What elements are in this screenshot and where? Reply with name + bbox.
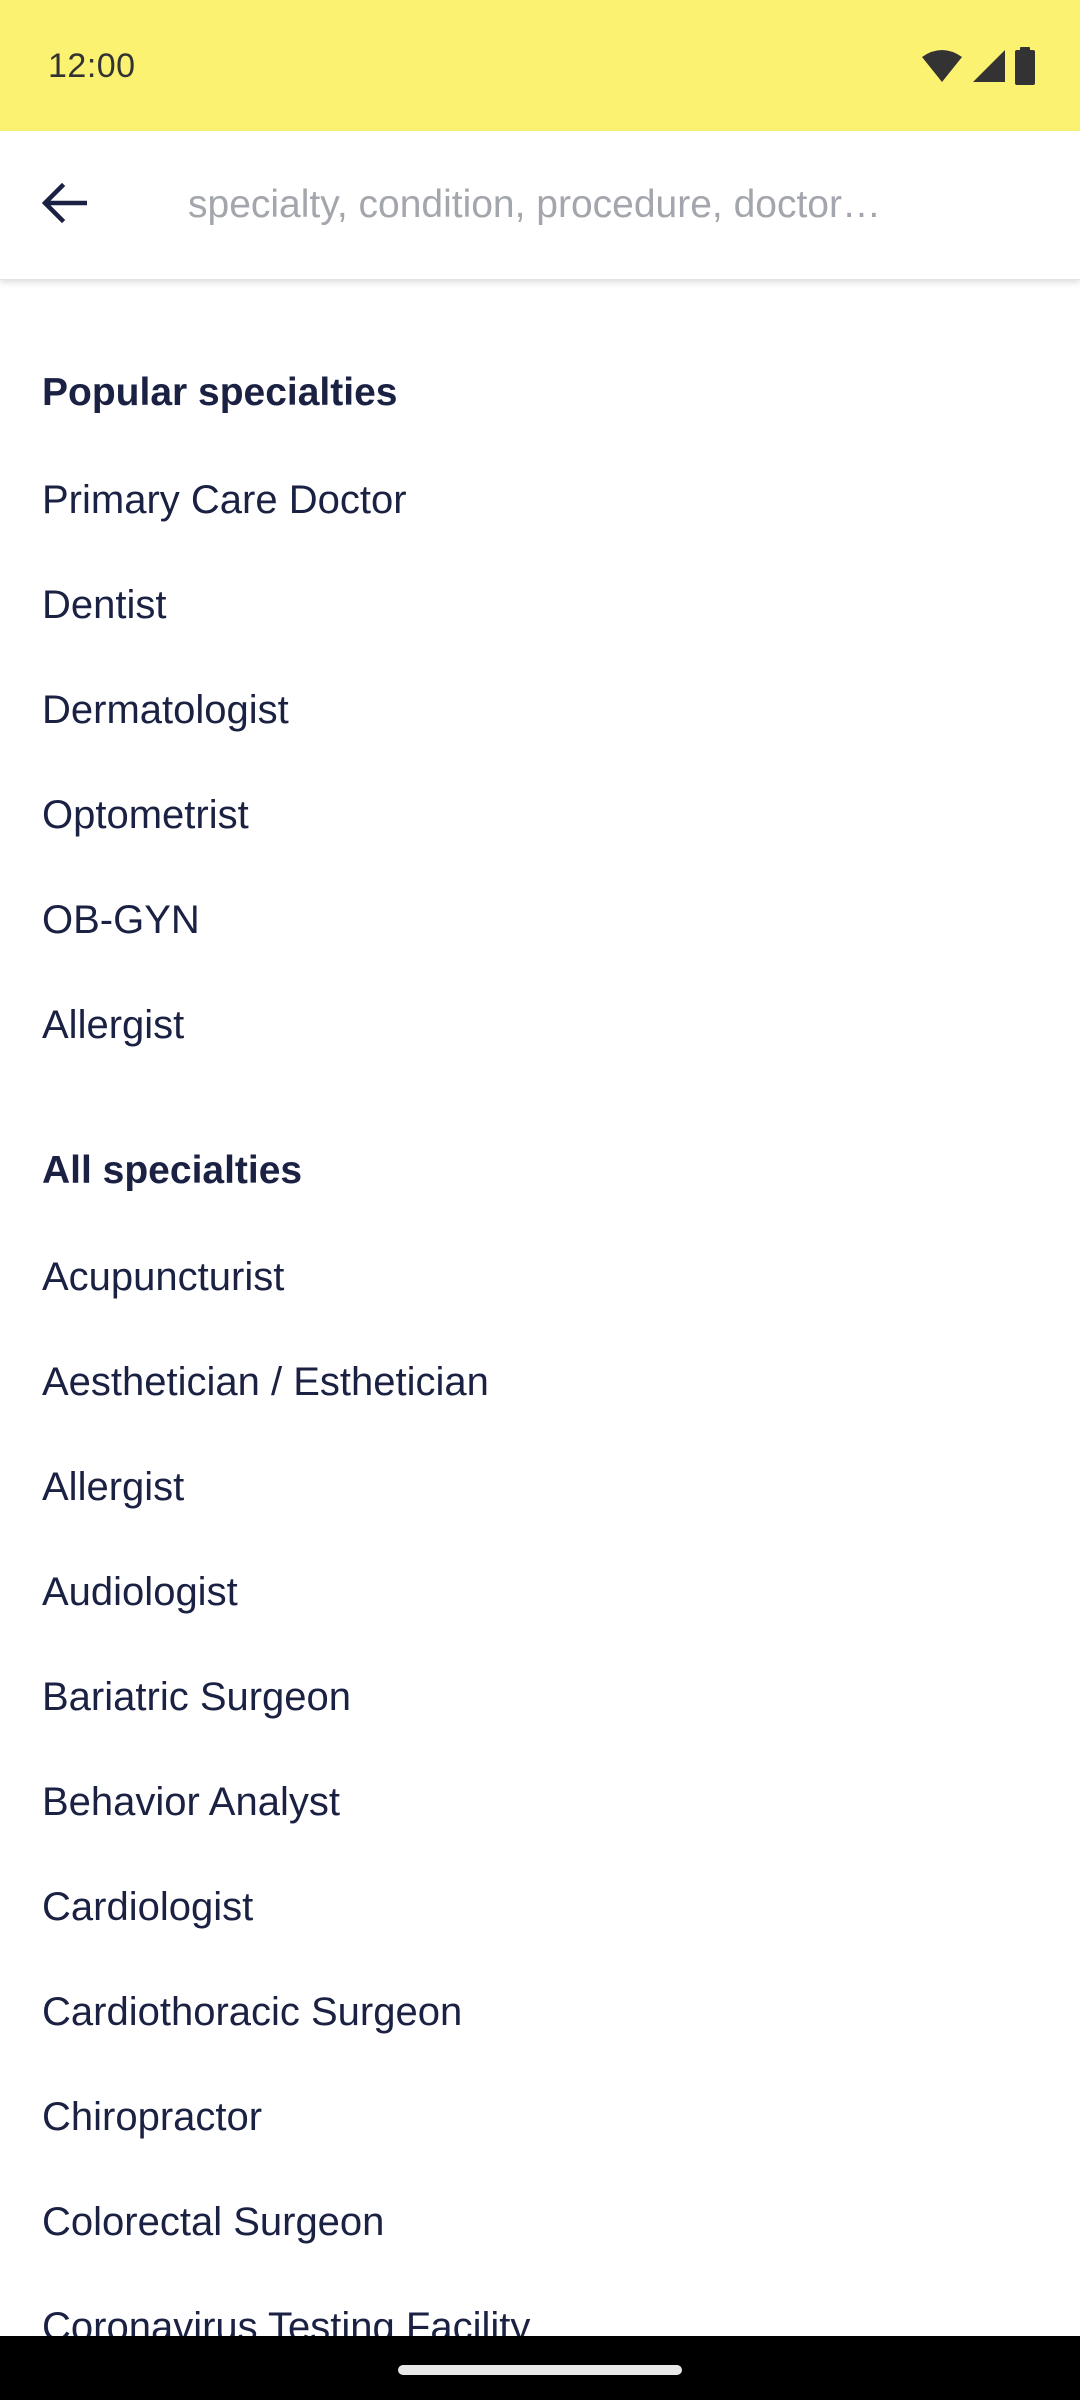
home-gesture-handle[interactable] (398, 2365, 682, 2375)
cellular-signal-icon (972, 49, 1006, 83)
list-item-primary-care-doctor[interactable]: Primary Care Doctor (42, 474, 1038, 526)
search-header (0, 131, 1080, 280)
list-item-chiropractor[interactable]: Chiropractor (42, 2091, 1038, 2143)
list-item-optometrist[interactable]: Optometrist (42, 789, 1038, 841)
list-item-colorectal-surgeon[interactable]: Colorectal Surgeon (42, 2196, 1038, 2248)
search-input[interactable] (188, 171, 1008, 239)
navigation-bar (0, 2336, 1080, 2400)
list-item-cardiothoracic-surgeon[interactable]: Cardiothoracic Surgeon (42, 1986, 1038, 2038)
list-item-bariatric-surgeon[interactable]: Bariatric Surgeon (42, 1671, 1038, 1723)
back-button[interactable] (30, 171, 98, 239)
status-time: 12:00 (48, 47, 136, 85)
list-item-acupuncturist[interactable]: Acupuncturist (42, 1251, 1038, 1303)
arrow-back-icon (41, 182, 88, 228)
status-bar: 12:00 (0, 0, 1080, 131)
battery-icon (1014, 47, 1036, 85)
list-item-aesthetician-esthetician[interactable]: Aesthetician / Esthetician (42, 1356, 1038, 1408)
list-item-allergist[interactable]: Allergist (42, 999, 1038, 1051)
list-item-dermatologist[interactable]: Dermatologist (42, 684, 1038, 736)
wifi-icon (920, 49, 964, 83)
list-item-dentist[interactable]: Dentist (42, 579, 1038, 631)
list-item-behavior-analyst[interactable]: Behavior Analyst (42, 1776, 1038, 1828)
list-item-coronavirus-testing-facility[interactable]: Coronavirus Testing Facility (42, 2301, 1038, 2336)
all-specialties-heading: All specialties (42, 1149, 303, 1192)
list-item-allergist[interactable]: Allergist (42, 1461, 1038, 1513)
popular-specialties-heading: Popular specialties (42, 371, 398, 414)
list-item-audiologist[interactable]: Audiologist (42, 1566, 1038, 1618)
status-icons (920, 46, 1036, 86)
specialty-list[interactable]: Popular specialties Primary Care Doctor … (0, 280, 1080, 2336)
list-item-ob-gyn[interactable]: OB-GYN (42, 894, 1038, 946)
list-item-cardiologist[interactable]: Cardiologist (42, 1881, 1038, 1933)
